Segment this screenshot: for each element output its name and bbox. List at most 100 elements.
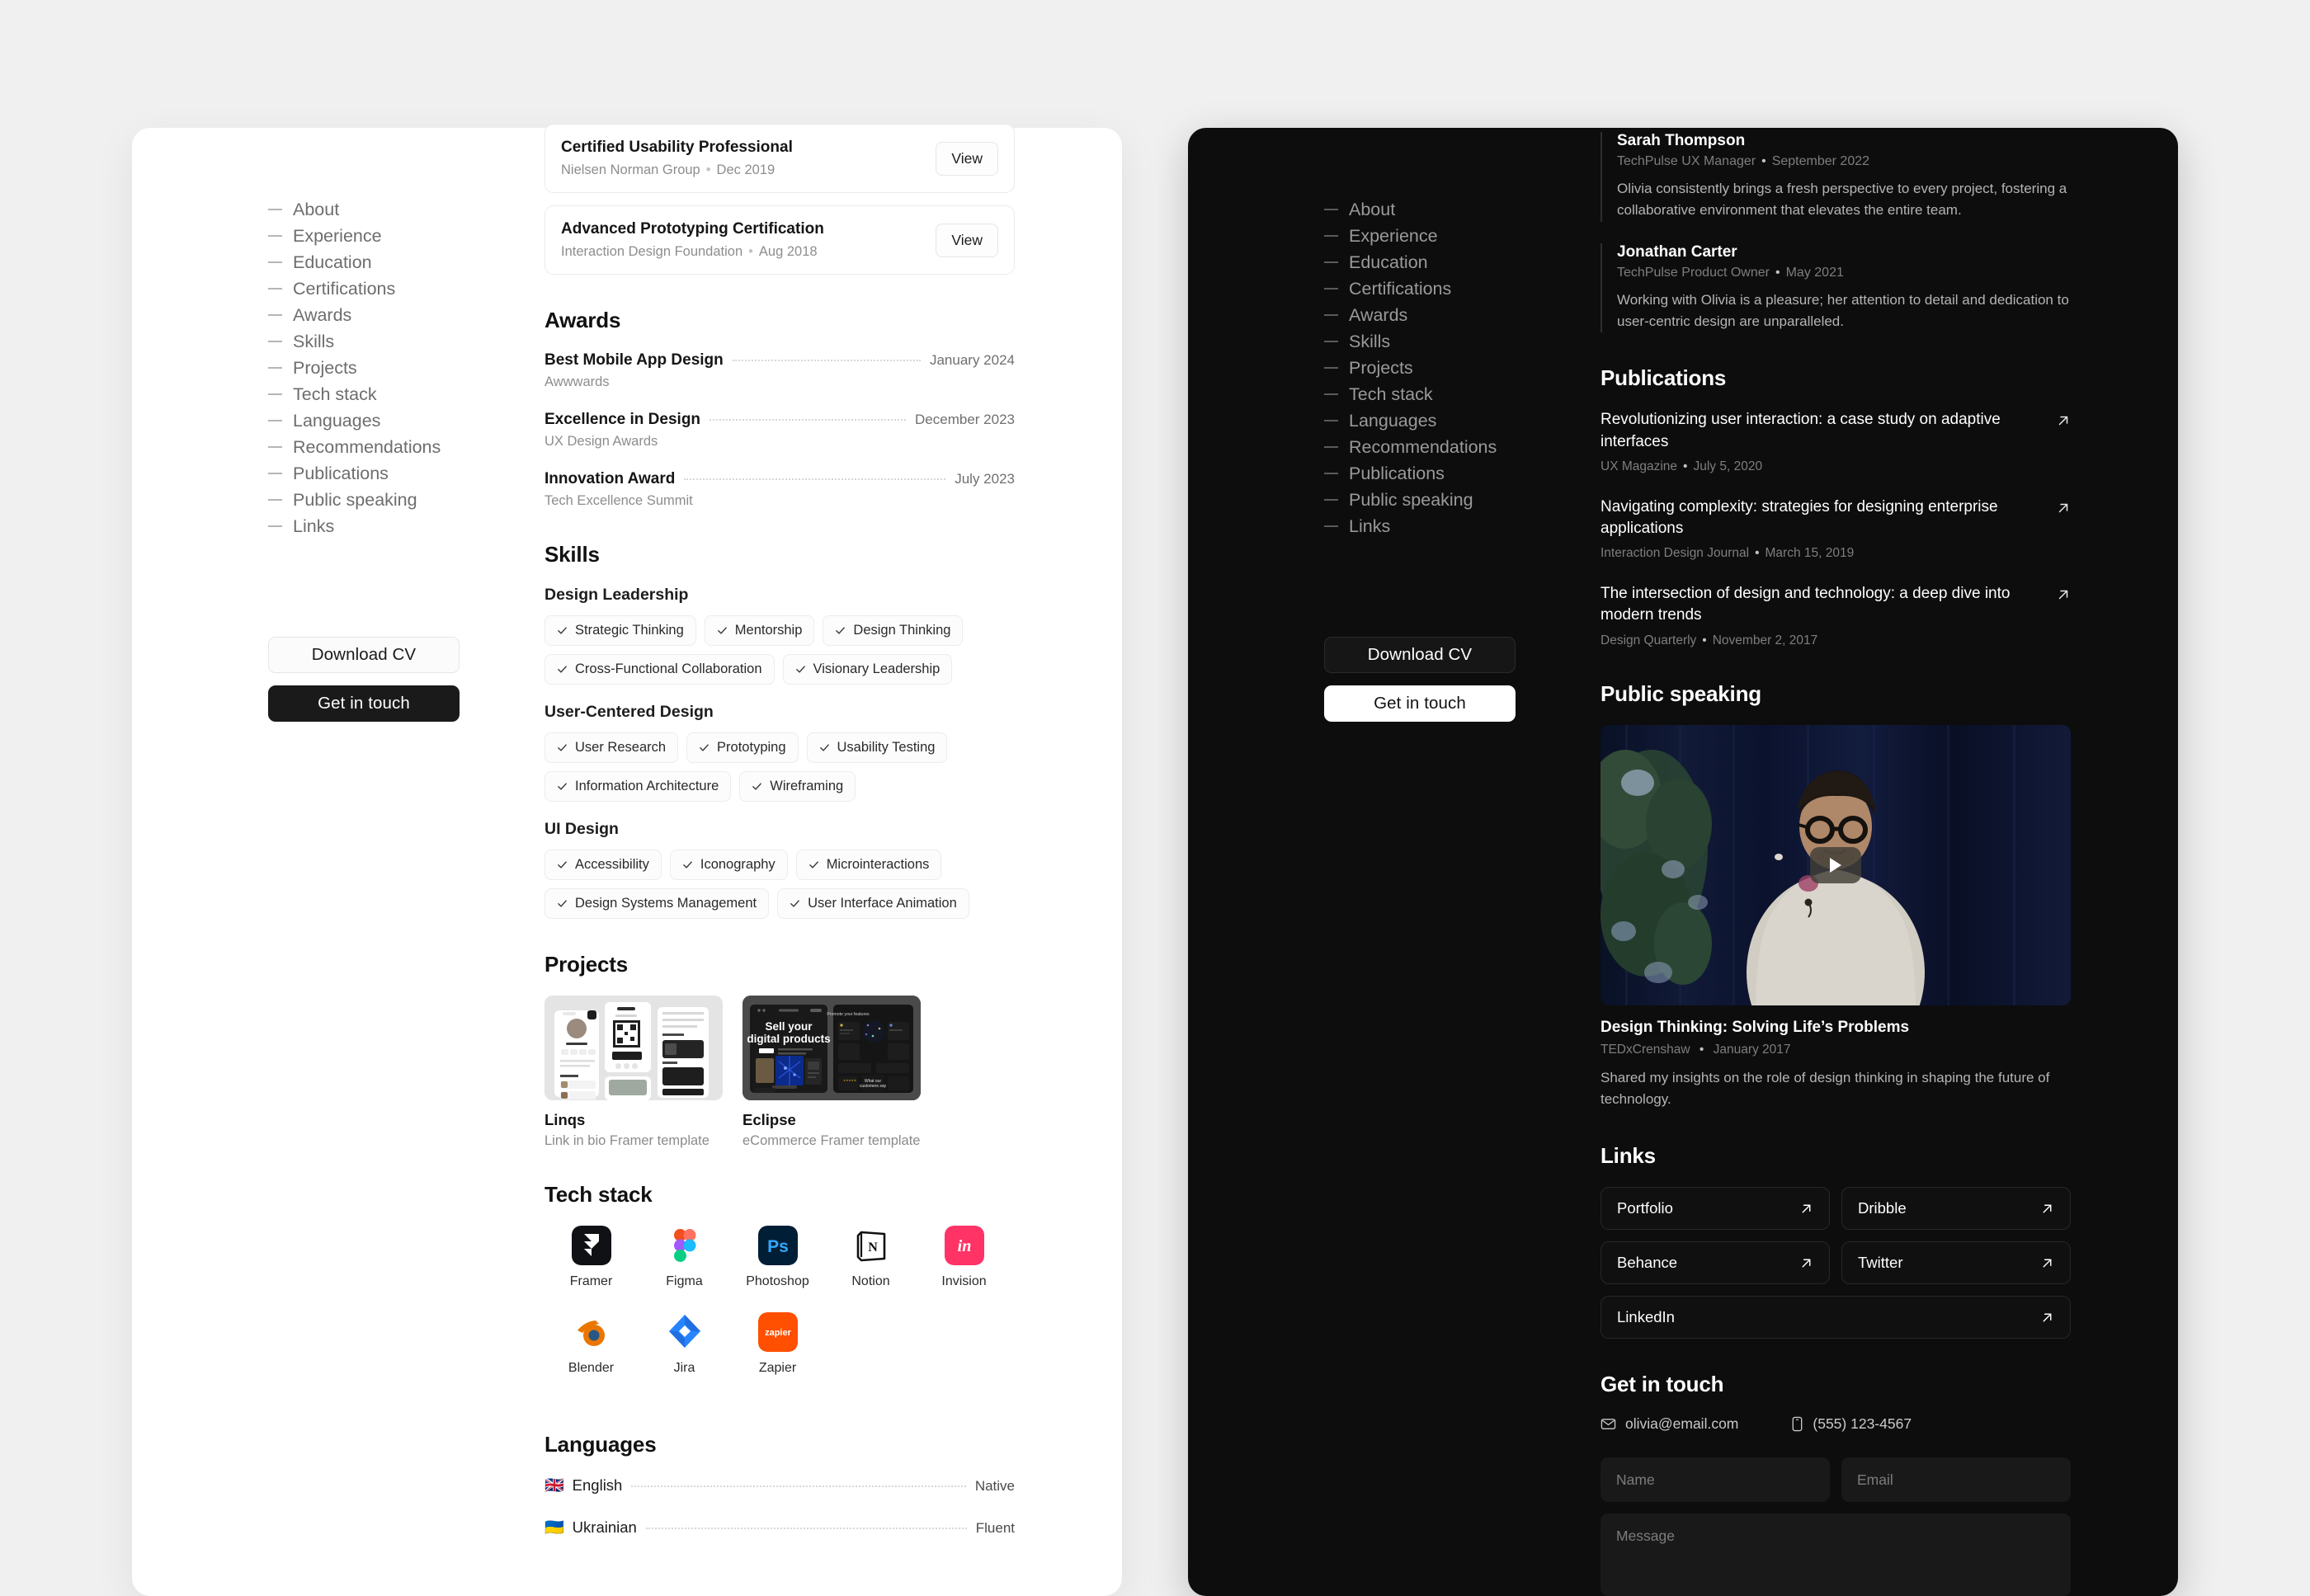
sidebar-item-about[interactable]: About xyxy=(268,196,516,223)
skill-chip[interactable]: Accessibility xyxy=(544,850,662,880)
sidebar-item-awards[interactable]: Awards xyxy=(1324,302,1572,328)
sidebar-item-tech-stack[interactable]: Tech stack xyxy=(268,381,516,407)
get-in-touch-button[interactable]: Get in touch xyxy=(268,685,460,722)
dot-separator-icon: • xyxy=(705,162,711,177)
skill-group-title: Design Leadership xyxy=(544,586,689,604)
skill-chip[interactable]: Design Systems Management xyxy=(544,888,770,919)
skill-group-title: UI Design xyxy=(544,820,619,838)
sidebar-item-certifications[interactable]: Certifications xyxy=(1324,275,1572,302)
view-certification-button[interactable]: View xyxy=(936,223,998,257)
skill-chip[interactable]: Visionary Leadership xyxy=(782,654,953,685)
skill-chip[interactable]: Strategic Thinking xyxy=(544,615,696,646)
link-card-twitter[interactable]: Twitter xyxy=(1841,1241,2071,1285)
get-in-touch-button-dark[interactable]: Get in touch xyxy=(1324,685,1516,722)
dot-separator-icon: • xyxy=(1761,154,1766,168)
tech-stack-item[interactable]: Jira xyxy=(638,1312,731,1376)
tech-stack-item[interactable]: zapier Zapier xyxy=(731,1312,824,1376)
skill-chip[interactable]: Information Architecture xyxy=(544,771,732,802)
link-card-linkedin[interactable]: LinkedIn xyxy=(1600,1296,2071,1339)
recommendation-item: Sarah Thompson TechPulse UX Manager • Septe… xyxy=(1600,132,2071,222)
project-card[interactable]: Sell your digital products Promote your … xyxy=(742,996,921,1149)
publication-item[interactable]: Navigating complexity: strategies for de… xyxy=(1600,497,2071,561)
light-main-column: Certified Usability Professional Nielsen … xyxy=(544,124,1015,1560)
skill-chip[interactable]: Mentorship xyxy=(704,615,815,646)
sidebar-item-label: About xyxy=(293,199,340,219)
sidebar-item-links[interactable]: Links xyxy=(1324,513,1572,539)
talk-video-thumbnail[interactable] xyxy=(1600,724,2071,1005)
sidebar-item-experience[interactable]: Experience xyxy=(268,223,516,249)
sidebar-item-projects[interactable]: Projects xyxy=(1324,355,1572,381)
award-date: December 2023 xyxy=(915,412,1015,427)
sidebar-item-links[interactable]: Links xyxy=(268,513,516,539)
sidebar-item-certifications[interactable]: Certifications xyxy=(268,275,516,302)
check-icon xyxy=(752,783,762,790)
play-icon[interactable] xyxy=(1810,846,1861,883)
sidebar-item-experience[interactable]: Experience xyxy=(1324,223,1572,249)
sidebar-item-label: Awards xyxy=(1349,304,1408,325)
sidebar-item-languages[interactable]: Languages xyxy=(1324,407,1572,434)
sidebar-item-skills[interactable]: Skills xyxy=(1324,328,1572,355)
svg-text:N: N xyxy=(868,1241,878,1255)
sidebar-item-education[interactable]: Education xyxy=(268,249,516,275)
sidebar-item-label: Tech stack xyxy=(1349,384,1433,404)
language-level: Native xyxy=(974,1478,1015,1494)
framer-icon xyxy=(571,1226,611,1265)
name-input[interactable]: Name xyxy=(1600,1457,1830,1503)
tech-stack-item[interactable]: Ps Photoshop xyxy=(731,1226,824,1289)
sidebar-item-publications[interactable]: Publications xyxy=(1324,460,1572,487)
sidebar-item-tech-stack[interactable]: Tech stack xyxy=(1324,381,1572,407)
email-input[interactable]: Email xyxy=(1841,1457,2071,1503)
recommendation-item: Jonathan Carter TechPulse Product Owner • M… xyxy=(1600,242,2071,333)
link-label: Behance xyxy=(1617,1254,1678,1272)
dot-separator-icon: • xyxy=(1699,1042,1704,1057)
sidebar-item-skills[interactable]: Skills xyxy=(268,328,516,355)
certification-card: Certified Usability Professional Nielsen … xyxy=(544,124,1015,193)
award-organization: UX Design Awards xyxy=(544,434,658,449)
skill-chip[interactable]: User Research xyxy=(544,732,679,763)
view-certification-button[interactable]: View xyxy=(936,141,998,176)
dot-separator-icon: • xyxy=(1702,633,1707,647)
link-card-behance[interactable]: Behance xyxy=(1600,1241,1830,1285)
sidebar-item-projects[interactable]: Projects xyxy=(268,355,516,381)
skill-chip[interactable]: Microinteractions xyxy=(795,850,942,880)
sidebar-item-public-speaking[interactable]: Public speaking xyxy=(1324,487,1572,513)
download-cv-button[interactable]: Download CV xyxy=(268,637,460,673)
sidebar-item-languages[interactable]: Languages xyxy=(268,407,516,434)
sidebar-item-about[interactable]: About xyxy=(1324,196,1572,223)
tech-stack-item[interactable]: Figma xyxy=(638,1226,731,1289)
check-icon xyxy=(558,861,567,869)
publication-info: Revolutionizing user interaction: a case… xyxy=(1600,409,2043,473)
tech-stack-item[interactable]: N Notion xyxy=(824,1226,917,1289)
link-card-portfolio[interactable]: Portfolio xyxy=(1600,1187,1830,1231)
award-organization: Tech Excellence Summit xyxy=(544,493,693,508)
skill-chip[interactable]: Design Thinking xyxy=(823,615,964,646)
sidebar-item-education[interactable]: Education xyxy=(1324,249,1572,275)
sidebar-item-public-speaking[interactable]: Public speaking xyxy=(268,487,516,513)
publication-item[interactable]: Revolutionizing user interaction: a case… xyxy=(1600,409,2071,473)
sidebar-item-publications[interactable]: Publications xyxy=(268,460,516,487)
skill-chip-label: User Interface Animation xyxy=(808,896,957,911)
skill-chip[interactable]: Wireframing xyxy=(739,771,856,802)
recommender-meta: TechPulse Product Owner • May 2021 xyxy=(1617,266,2071,280)
sidebar-item-recommendations[interactable]: Recommendations xyxy=(268,434,516,460)
contact-email[interactable]: olivia@email.com xyxy=(1600,1415,1738,1433)
skill-chip[interactable]: Usability Testing xyxy=(806,732,948,763)
tech-stack-item[interactable]: in Invision xyxy=(917,1226,1011,1289)
award-row: Innovation Award July 2023 xyxy=(544,470,1015,488)
skill-chip[interactable]: Prototyping xyxy=(686,732,799,763)
dash-icon xyxy=(268,288,282,290)
contact-phone[interactable]: (555) 123-4567 xyxy=(1791,1415,1912,1433)
tech-stack-item[interactable]: Blender xyxy=(544,1312,638,1376)
skill-chip[interactable]: Iconography xyxy=(669,850,788,880)
tech-stack-item[interactable]: Framer xyxy=(544,1226,638,1289)
publication-item[interactable]: The intersection of design and technolog… xyxy=(1600,583,2071,647)
project-card[interactable]: Linqs Link in bio Framer template xyxy=(544,996,723,1149)
dash-icon xyxy=(1324,393,1338,395)
skill-chip[interactable]: User Interface Animation xyxy=(777,888,969,919)
skill-chip[interactable]: Cross-Functional Collaboration xyxy=(544,654,775,685)
message-input[interactable]: Message xyxy=(1600,1514,2071,1596)
sidebar-item-recommendations[interactable]: Recommendations xyxy=(1324,434,1572,460)
sidebar-item-awards[interactable]: Awards xyxy=(268,302,516,328)
link-card-dribble[interactable]: Dribble xyxy=(1841,1187,2071,1231)
download-cv-button-dark[interactable]: Download CV xyxy=(1324,637,1516,673)
